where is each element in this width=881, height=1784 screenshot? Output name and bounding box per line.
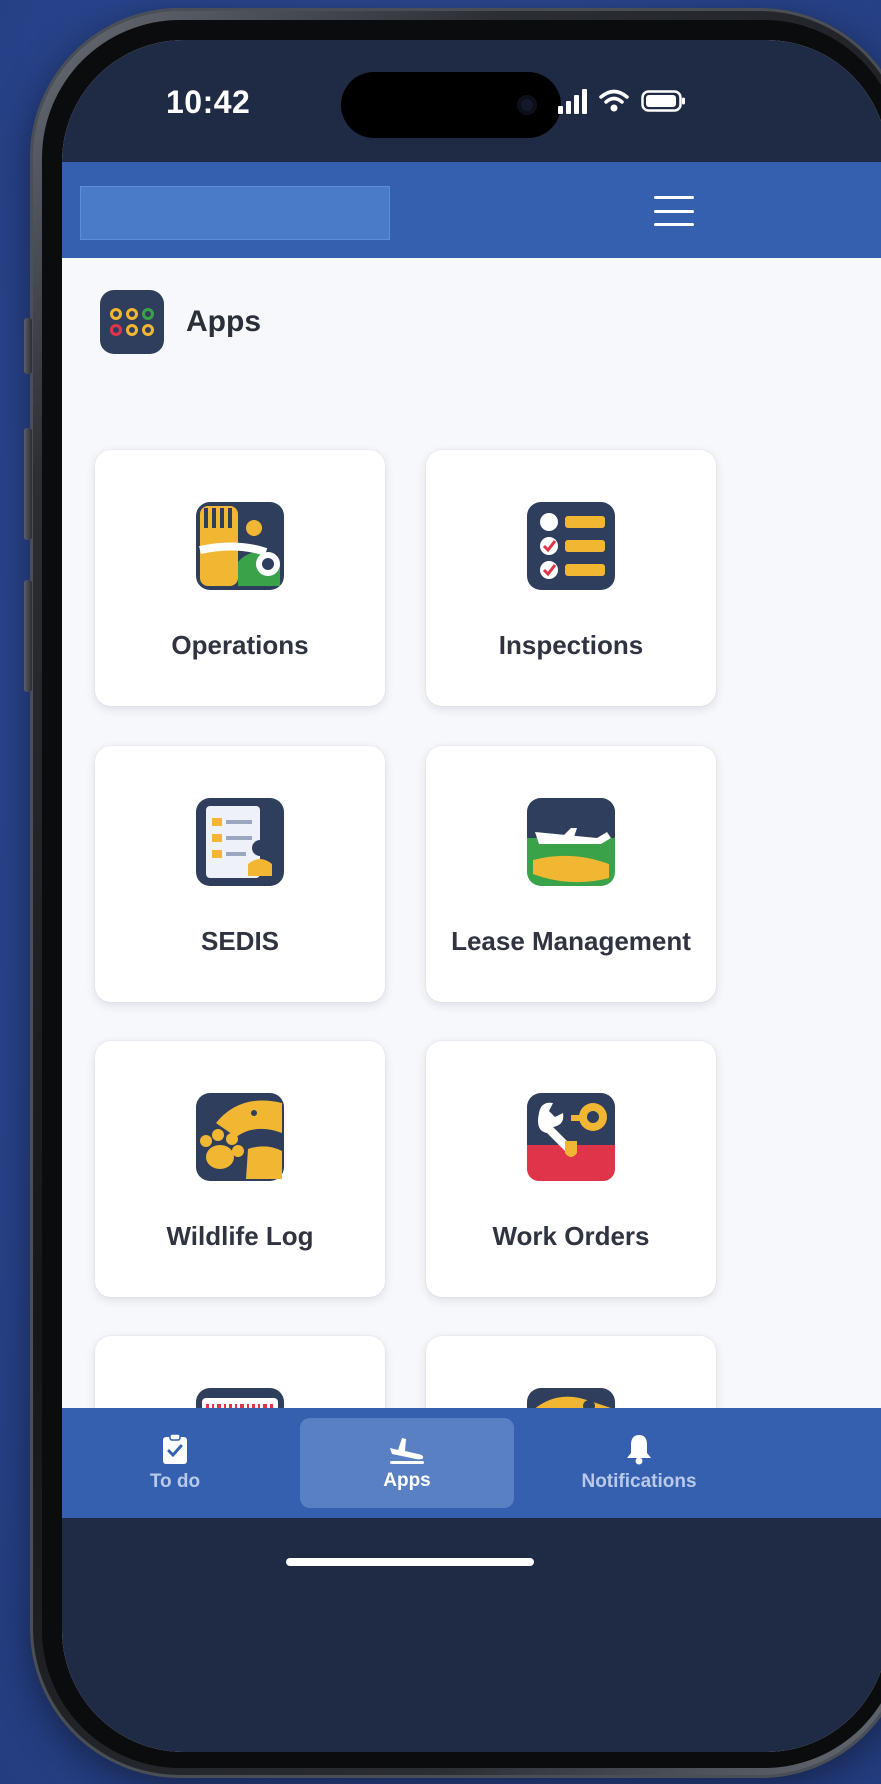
status-time: 10:42 xyxy=(166,84,251,120)
app-card-label: Operations xyxy=(171,630,309,660)
airplane-takeoff-icon xyxy=(390,1438,424,1464)
app-header xyxy=(62,162,881,258)
home-indicator-area xyxy=(62,1518,881,1752)
phone-volume-down-button xyxy=(24,580,32,692)
nav-tab-label: Apps xyxy=(383,1470,431,1491)
app-card-work-orders[interactable]: Work Orders xyxy=(426,1041,716,1297)
app-card-label: Wildlife Log xyxy=(166,1221,314,1251)
nav-tab-label: Notifications xyxy=(581,1471,697,1492)
app-card-operations[interactable]: Operations xyxy=(95,450,385,706)
hamburger-menu-icon[interactable] xyxy=(654,196,694,226)
nav-tab-todo[interactable]: To do xyxy=(68,1408,282,1518)
app-card-lease-management[interactable]: Lease Management xyxy=(426,746,716,1002)
phone-screen: 10:42 Apps Operations Inspections SEDIS … xyxy=(62,40,881,1752)
app-card-label: Work Orders xyxy=(492,1221,650,1251)
section-header: Apps xyxy=(100,290,261,354)
phone-volume-up-button xyxy=(24,428,32,540)
status-bar: 10:42 xyxy=(62,40,881,162)
apps-content: Apps Operations Inspections SEDIS Lease … xyxy=(62,258,881,1408)
phone-action-button xyxy=(24,318,32,374)
nav-tab-label: To do xyxy=(149,1471,201,1492)
wildlife-bird-paw-icon xyxy=(196,1093,284,1181)
nav-tab-apps[interactable]: Apps xyxy=(300,1418,514,1508)
app-card-label: SEDIS xyxy=(200,926,280,956)
app-logo-placeholder xyxy=(80,186,390,240)
bell-icon xyxy=(627,1435,651,1465)
status-icons xyxy=(558,84,687,118)
sedis-document-icon xyxy=(196,798,284,886)
work-orders-wrench-icon xyxy=(527,1093,615,1181)
app-card-sedis[interactable]: SEDIS xyxy=(95,746,385,1002)
inspections-checklist-icon xyxy=(527,502,615,590)
signal-icon xyxy=(558,88,587,114)
app-card-partial-1[interactable] xyxy=(95,1336,385,1408)
app-card-wildlife-log[interactable]: Wildlife Log xyxy=(95,1041,385,1297)
app-card-label: Inspections xyxy=(498,630,644,660)
vehicle-icon xyxy=(527,1388,615,1408)
nav-tab-notifications[interactable]: Notifications xyxy=(532,1408,746,1518)
clipboard-check-icon xyxy=(163,1433,187,1464)
bottom-nav: To do Apps Notifications xyxy=(62,1408,881,1518)
lease-airplane-icon xyxy=(527,798,615,886)
operations-icon xyxy=(196,502,284,590)
front-camera-icon xyxy=(517,95,537,115)
background: 10:42 Apps Operations Inspections SEDIS … xyxy=(0,0,881,1784)
dynamic-island xyxy=(341,72,561,138)
wifi-icon xyxy=(599,89,629,113)
app-card-partial-2[interactable] xyxy=(426,1336,716,1408)
battery-icon xyxy=(641,89,687,113)
barcode-icon xyxy=(196,1388,284,1408)
apps-grid-icon xyxy=(100,290,164,354)
home-indicator[interactable] xyxy=(286,1558,534,1566)
app-card-label: Lease Management xyxy=(451,926,691,956)
app-card-inspections[interactable]: Inspections xyxy=(426,450,716,706)
page-title: Apps xyxy=(186,305,261,338)
